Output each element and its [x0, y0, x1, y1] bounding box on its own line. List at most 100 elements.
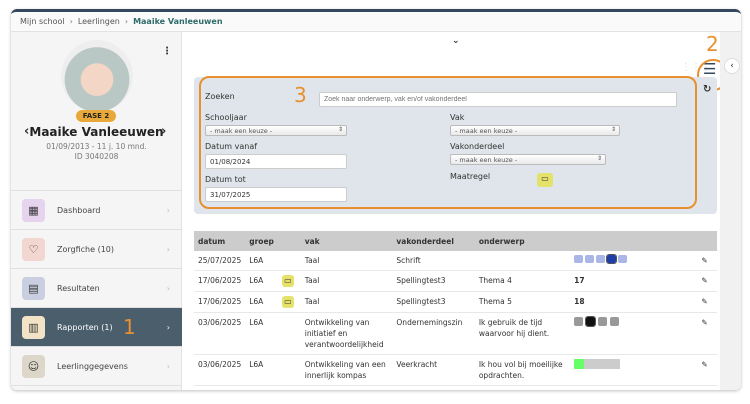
sidebar-item-label: Rapporten (1) [57, 322, 113, 332]
edit-icon[interactable]: ✎ [697, 312, 717, 355]
score-level-icon[interactable] [585, 316, 597, 327]
collapse-icon[interactable]: ‹ [724, 58, 740, 74]
datum: 03/06/2025 [194, 312, 246, 355]
edit-icon[interactable]: ✎ [697, 251, 717, 271]
breadcrumb-current: Maaike Vanleeuwen [133, 17, 223, 26]
monitor-icon: ▭ [281, 275, 294, 287]
breadcrumb-school[interactable]: Mijn school [20, 17, 65, 26]
sidebar-item-rapporten[interactable]: ▥ Rapporten (1) › 1 [11, 307, 182, 346]
groep: L6A [245, 251, 278, 271]
vak: Taal [300, 270, 393, 292]
datum: 17/06/2025 [194, 270, 246, 292]
sidebar-item-leerlinggegevens[interactable]: ☺ Leerlinggegevens › [11, 346, 182, 385]
user-icon: ☺ [22, 354, 45, 378]
chevron-right-icon: › [166, 205, 170, 215]
table-row[interactable]: 03/06/2025 L6A Ontwikkeling van initiati… [194, 312, 717, 355]
edit-icon[interactable]: ✎ [697, 270, 717, 292]
groep: L6A [245, 354, 278, 386]
sidebar: ⋮ FASE 2 ‹ Maaike Vanleeuwen › 01/09/201… [11, 32, 182, 390]
chevron-right-icon: › [166, 244, 170, 254]
column-header[interactable]: onderwerp [474, 231, 571, 251]
column-header[interactable]: datum [194, 231, 246, 251]
vak: Taal [300, 291, 393, 313]
score-level-icon[interactable] [574, 317, 584, 326]
vakonderdeel: Spellingtest3 [392, 270, 475, 292]
score-level-icon[interactable] [596, 255, 606, 263]
column-header[interactable] [277, 231, 301, 251]
edit-icon[interactable]: ✎ [697, 354, 717, 386]
edit-icon[interactable]: ✎ [697, 385, 717, 390]
datum: 15/05/2025 [194, 385, 246, 390]
column-header[interactable]: groep [245, 231, 278, 251]
vakonderdeel: Meetkunde [392, 385, 475, 390]
student-name: Maaike Vanleeuwen [29, 125, 164, 139]
sidebar-item-label: Zorgfiche (10) [57, 244, 114, 254]
breadcrumb-leerlingen[interactable]: Leerlingen [78, 17, 120, 26]
chart-icon: ▥ [22, 315, 45, 339]
table-row[interactable]: 03/06/2025 L6A Ontwikkeling van een inne… [194, 354, 717, 386]
main-content: ⌄ ⋮⋮⋮ ☰ 2 ↻ Zoeken 3 Schooljaar - maak e… [183, 32, 729, 390]
document-icon: ▤ [22, 276, 45, 300]
datum: 25/07/2025 [194, 251, 246, 271]
datum: 17/06/2025 [194, 291, 246, 313]
vakonderdeel: Veerkracht [392, 354, 475, 386]
groep: L6A [245, 312, 278, 355]
table-row[interactable]: 15/05/2025 L6A Ontwikkeling van Meetkund… [194, 385, 717, 390]
progress-bar [574, 359, 621, 369]
breadcrumb: Mijn school › Leerlingen › Maaike Vanleeuwen [11, 12, 741, 32]
onderwerp: Thema 4 [474, 270, 571, 292]
column-header[interactable] [697, 231, 717, 251]
chevron-right-icon: › [166, 283, 170, 293]
phase-badge: FASE 2 [76, 110, 116, 122]
score-level-icon[interactable] [618, 255, 628, 263]
avatar [61, 40, 133, 112]
groep: L6A [245, 270, 278, 292]
score-level-icon[interactable] [598, 317, 608, 326]
student-birth: 01/09/2013 - 11 j. 10 mnd. [46, 142, 147, 151]
grid-icon: ▦ [22, 198, 45, 222]
app-window: Mijn school › Leerlingen › Maaike Vanleeuwen… [11, 9, 741, 390]
vakonderdeel: Schrift [392, 251, 475, 271]
onderwerp: Thema 5 [474, 291, 571, 313]
right-panel: ‹ [720, 32, 741, 390]
score: 18 [574, 297, 585, 306]
score-level-icon[interactable] [585, 255, 595, 263]
score-level-icon[interactable] [610, 317, 620, 326]
edit-icon[interactable]: ✎ [697, 291, 717, 313]
sidebar-item-label: Resultaten [57, 283, 100, 293]
vak: Ontwikkeling van [300, 385, 393, 390]
refresh-icon[interactable]: ↻ [703, 84, 711, 95]
column-header[interactable]: vakonderdeel [392, 231, 475, 251]
vakonderdeel: Ondernemingszin [392, 312, 475, 355]
chevron-down-icon[interactable]: ⌄ [452, 36, 460, 46]
score-level-icon[interactable] [606, 254, 618, 264]
table-row[interactable]: 17/06/2025 L6A ▭ Taal Spellingtest3 Them… [194, 291, 717, 313]
table-row[interactable]: 17/06/2025 L6A ▭ Taal Spellingtest3 Them… [194, 270, 717, 292]
sidebar-item-dashboard[interactable]: ▦ Dashboard › [11, 190, 182, 229]
sidebar-item-resultaten[interactable]: ▤ Resultaten › [11, 268, 182, 307]
column-header[interactable] [570, 231, 698, 251]
sidebar-item-more[interactable] [11, 385, 182, 390]
vak: Ontwikkeling van een innerlijk kompas [300, 354, 393, 386]
monitor-icon: ▭ [281, 296, 294, 308]
column-header[interactable]: vak [300, 231, 393, 251]
sidebar-item-zorgfiche[interactable]: ♡ Zorgfiche (10) › [11, 229, 182, 268]
annotation-box-3 [199, 76, 697, 209]
chevron-right-icon: › [166, 361, 170, 371]
onderwerp: Meetkunde blok 3 [474, 385, 571, 390]
datum: 03/06/2025 [194, 354, 246, 386]
next-student-icon[interactable]: › [161, 124, 166, 139]
onderwerp: Ik hou vol bij moeilijke opdrachten. [474, 354, 571, 386]
groep: L6A [245, 291, 278, 313]
more-options-icon[interactable]: ⋮ [162, 46, 172, 57]
groep: L6A [245, 385, 278, 390]
table-row[interactable]: 25/07/2025 L6A Taal Schrift ✎ [194, 251, 717, 271]
annotation-2: 2 [706, 32, 719, 56]
onderwerp: Ik gebruik de tijd waarvoor hij dient. [474, 312, 571, 355]
score-level-icon[interactable] [574, 255, 584, 263]
heart-hand-icon: ♡ [22, 237, 45, 261]
results-table: datum groep vak vakonderdeel onderwerp 25/07… [194, 231, 717, 390]
student-id: ID 3040208 [74, 152, 119, 161]
chevron-right-icon: › [166, 322, 170, 332]
sidebar-item-label: Dashboard [57, 205, 101, 215]
